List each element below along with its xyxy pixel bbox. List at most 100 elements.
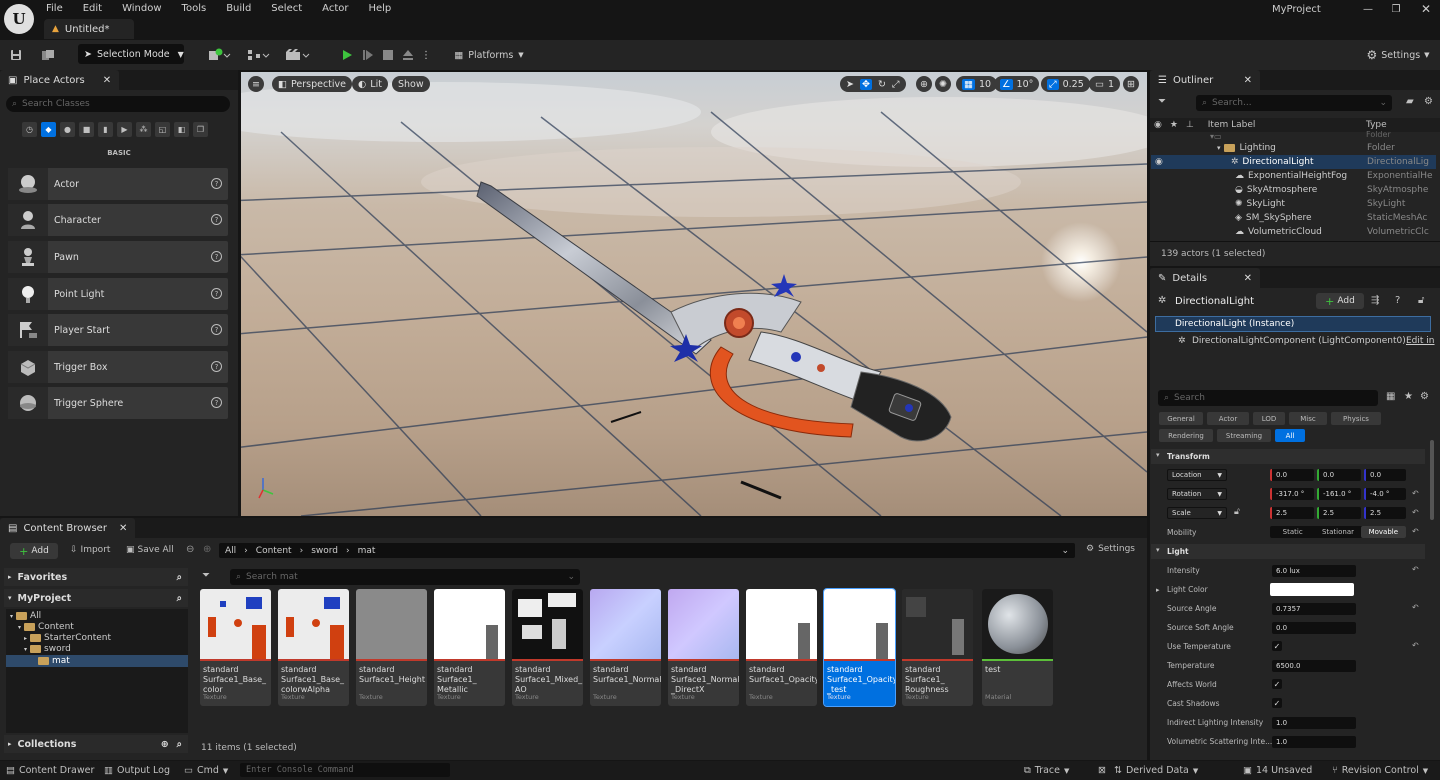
tree-item-all[interactable]: ▾ All (10, 611, 41, 621)
reset-mobility-icon[interactable]: ↶ (1412, 527, 1419, 536)
tree-item-sword[interactable]: ▾ sword (24, 644, 71, 654)
help-icon[interactable]: ? (211, 178, 222, 189)
maximize-viewport-icon[interactable]: ⊞ (1123, 76, 1139, 92)
save-icon[interactable] (6, 44, 26, 66)
add-button[interactable]: + Add (10, 543, 58, 559)
rotation-dropdown[interactable]: Rotation ▼ (1167, 488, 1227, 500)
scale-snap-button[interactable]: ⤢ 0.25 (1041, 76, 1090, 92)
close-tab-icon[interactable]: ✕ (1244, 273, 1252, 284)
scale-tool-icon[interactable]: ⤢ (892, 79, 900, 90)
volumes-icon[interactable]: ◱ (155, 122, 170, 137)
favorite-icon[interactable]: ★ (1404, 391, 1413, 402)
details-tab[interactable]: ✎ Details ✕ (1150, 268, 1260, 288)
category-streaming[interactable]: Streaming (1217, 429, 1271, 442)
perspective-button[interactable]: ◧ Perspective (272, 76, 353, 92)
menu-help[interactable]: Help (368, 3, 391, 14)
path-all[interactable]: All (225, 546, 236, 556)
help-icon[interactable]: ? (211, 288, 222, 299)
asset-tile[interactable]: test Material (982, 589, 1053, 706)
stop-icon[interactable] (379, 44, 397, 66)
help-icon[interactable]: ? (211, 397, 222, 408)
tree-item-mat[interactable]: mat (6, 655, 188, 667)
close-tab-icon[interactable]: ✕ (119, 523, 127, 534)
details-settings-icon[interactable]: ⚙ (1420, 391, 1429, 402)
save-all-button[interactable]: ▣ Save All (126, 545, 174, 555)
lit-button[interactable]: ◐ Lit (352, 76, 388, 92)
source-soft-angle-field[interactable]: 0.0 (1272, 622, 1356, 634)
scale-z-field[interactable]: 2.5 (1364, 507, 1406, 519)
asset-tile[interactable]: standard Surface1_Height Texture (356, 589, 427, 706)
path-content[interactable]: Content (256, 546, 292, 556)
asset-tile[interactable]: standard Surface1_ Metallic Texture (434, 589, 505, 706)
content-settings-button[interactable]: ⚙ Settings (1086, 544, 1135, 554)
scale-lock-icon[interactable]: 🔓︎ (1234, 507, 1240, 517)
add-component-button[interactable]: + Add (1316, 293, 1364, 309)
reset-scale-icon[interactable]: ↶ (1412, 508, 1419, 517)
actor-item-character[interactable]: Character ? (8, 204, 228, 236)
basic-icon[interactable]: ◆ (41, 122, 56, 137)
volumetric-scattering-field[interactable]: 1.0 (1272, 736, 1356, 748)
asset-search-input[interactable]: ⌕ Search mat ⌄ (230, 569, 580, 585)
all-classes-icon[interactable]: ◧ (174, 122, 189, 137)
content-browser-tab[interactable]: ▤ Content Browser ✕ (0, 518, 136, 538)
outliner-row-lighting[interactable]: ▾ Lighting Folder (1151, 141, 1436, 155)
category-misc[interactable]: Misc (1289, 412, 1327, 425)
actor-item-player-start[interactable]: Player Start ? (8, 314, 228, 346)
edit-in-link[interactable]: Edit in (1406, 336, 1435, 346)
record-icon[interactable]: ⊠ (1098, 765, 1106, 776)
expand-icon[interactable]: ▾ (1217, 144, 1221, 152)
grid-snap-button[interactable]: ▦ 10 (956, 76, 998, 92)
content-drawer-button[interactable]: ▤ Content Drawer (6, 765, 94, 776)
add-actor-icon[interactable] (206, 44, 234, 66)
outliner-row-sky-atmosphere[interactable]: ◒ SkyAtmosphere SkyAtmosphe (1151, 183, 1436, 197)
chevron-down-icon[interactable]: ⌄ (1061, 546, 1069, 556)
help-icon[interactable]: ? (211, 251, 222, 262)
source-angle-field[interactable]: 0.7357 (1272, 603, 1356, 615)
play-icon[interactable] (338, 44, 356, 66)
instance-row[interactable]: DirectionalLight (Instance) (1155, 316, 1431, 332)
rotation-y-field[interactable]: -161.0 ° (1317, 488, 1361, 500)
reset-use-temperature-icon[interactable]: ↶ (1412, 641, 1419, 650)
level-tab[interactable]: ▲ Untitled* (44, 19, 134, 39)
asset-tile[interactable]: standard Surface1_ Roughness Texture (902, 589, 973, 706)
asset-tile-selected[interactable]: standard Surface1_Opacity _test Texture (823, 588, 896, 707)
add-collection-icon[interactable]: ⊕ (161, 739, 169, 750)
asset-tile[interactable]: standard Surface1_Normal _DirectX Textur… (668, 589, 739, 706)
close-icon[interactable]: ✕ (1416, 2, 1436, 16)
favorite-icon[interactable]: ★ (1170, 120, 1178, 130)
outliner-row-volumetric-cloud[interactable]: ☁ VolumetricCloud VolumetricClc (1151, 225, 1436, 239)
details-scrollbar[interactable] (1430, 440, 1434, 520)
collections-header[interactable]: ▸ Collections ⊕ ⌕ (4, 735, 188, 753)
reset-intensity-icon[interactable]: ↶ (1412, 565, 1419, 574)
import-button[interactable]: ⇩ Import (70, 545, 110, 555)
rotation-z-field[interactable]: -4.0 ° (1364, 488, 1406, 500)
scale-dropdown[interactable]: Scale ▼ (1167, 507, 1227, 519)
menu-window[interactable]: Window (122, 3, 161, 14)
location-x-field[interactable]: 0.0 (1270, 469, 1314, 481)
outliner-row-exponential-height-fog[interactable]: ☁ ExponentialHeightFog ExponentialHe (1151, 169, 1436, 183)
category-all[interactable]: All (1275, 429, 1305, 442)
outliner-tab[interactable]: ☰ Outliner ✕ (1150, 70, 1260, 90)
visibility-icon[interactable]: ◉ (1155, 157, 1163, 167)
outliner-row-sm-skysphere[interactable]: ◈ SM_SkySphere StaticMeshAc (1151, 211, 1436, 225)
menu-select[interactable]: Select (271, 3, 302, 14)
rotate-tool-icon[interactable]: ↻ (878, 79, 886, 90)
show-button[interactable]: Show (392, 76, 430, 92)
selection-mode-dropdown[interactable]: ➤ Selection Mode ▼ (78, 44, 184, 64)
filter-icon[interactable]: ⏷ (202, 570, 210, 581)
asset-tile[interactable]: standard Surface1_Base_ color Texture (200, 589, 271, 706)
world-space-icon[interactable]: ⊕ (916, 76, 932, 92)
path-mat[interactable]: mat (358, 546, 376, 556)
location-z-field[interactable]: 0.0 (1364, 469, 1406, 481)
category-physics[interactable]: Physics (1331, 412, 1381, 425)
category-actor[interactable]: Actor (1207, 412, 1249, 425)
settings-button[interactable]: ⚙ Settings ▼ (1360, 44, 1436, 66)
shapes-icon[interactable]: ■ (79, 122, 94, 137)
search-classes-input[interactable]: ⌕ Search Classes (6, 96, 230, 112)
asset-tile[interactable]: standard Surface1_Opacity Texture (746, 589, 817, 706)
console-input[interactable]: Enter Console Command (240, 763, 450, 777)
geometry-icon[interactable]: ⁂ (136, 122, 151, 137)
indirect-lighting-field[interactable]: 1.0 (1272, 717, 1356, 729)
component-row[interactable]: DirectionalLightComponent (LightComponen… (1192, 336, 1406, 346)
reset-rotation-icon[interactable]: ↶ (1412, 489, 1419, 498)
